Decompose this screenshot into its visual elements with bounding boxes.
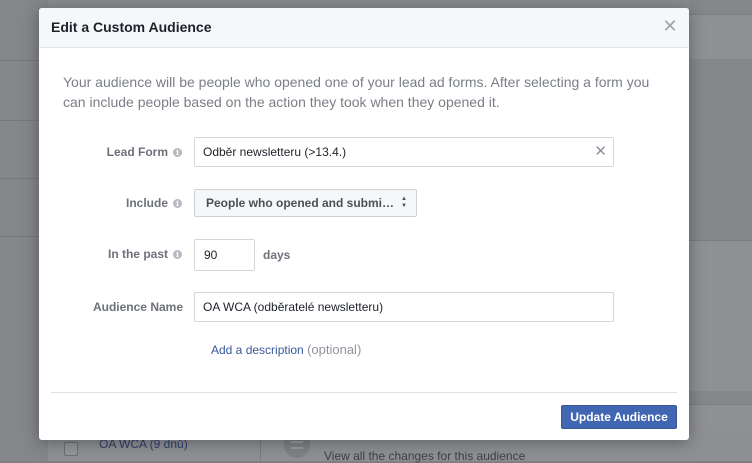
- include-label-text: Include: [125, 196, 168, 210]
- in-the-past-row: In the past i 90 days: [39, 239, 689, 271]
- dialog-title: Edit a Custom Audience: [51, 19, 212, 35]
- update-audience-button[interactable]: Update Audience: [561, 405, 677, 429]
- row-checkbox[interactable]: [64, 442, 78, 456]
- info-icon[interactable]: i: [173, 198, 182, 208]
- audience-name-label: Audience Name: [93, 300, 183, 314]
- dialog-header: Edit a Custom Audience ✕: [39, 8, 689, 48]
- days-input[interactable]: 90: [194, 239, 255, 271]
- clear-icon[interactable]: ✕: [594, 138, 607, 166]
- edit-audience-dialog: Edit a Custom Audience ✕ Your audience w…: [39, 8, 689, 440]
- audience-name-value: OA WCA (odběratelé newsletteru): [203, 300, 384, 314]
- audience-name-row: Audience Name OA WCA (odběratelé newslet…: [39, 292, 689, 324]
- lead-form-value: Odběr newsletteru (>13.4.): [203, 145, 347, 159]
- dialog-intro: Your audience will be people who opened …: [63, 74, 650, 110]
- optional-hint: (optional): [307, 342, 362, 357]
- close-icon[interactable]: ✕: [661, 17, 679, 35]
- include-selected-value: People who opened and submi…: [206, 196, 395, 210]
- info-icon[interactable]: i: [173, 147, 182, 157]
- footer-divider: [51, 392, 677, 393]
- background-box: [689, 240, 752, 391]
- background-right-column: [689, 0, 752, 461]
- info-icon[interactable]: i: [173, 249, 182, 259]
- lead-form-field[interactable]: Odběr newsletteru (>13.4.) ✕: [194, 137, 614, 167]
- in-the-past-label-text: In the past: [107, 247, 168, 261]
- days-unit: days: [263, 248, 291, 262]
- in-the-past-label: In the past i: [108, 247, 182, 261]
- add-description-link[interactable]: Add a description (optional): [211, 342, 361, 357]
- background-box: [689, 14, 752, 59]
- up-down-arrows-icon: ▲ ▼: [401, 196, 407, 209]
- lead-form-label: Lead Form i: [107, 145, 182, 159]
- include-row: Include i People who opened and submi… ▲…: [39, 188, 689, 220]
- lead-form-label-text: Lead Form: [106, 145, 168, 159]
- audience-name-label-text: Audience Name: [92, 300, 183, 314]
- add-description-text[interactable]: Add a description: [211, 343, 304, 357]
- include-label: Include i: [126, 196, 182, 210]
- lead-form-row: Lead Form i Odběr newsletteru (>13.4.) ✕: [39, 137, 689, 169]
- audience-name-input[interactable]: OA WCA (odběratelé newsletteru): [194, 292, 614, 322]
- include-select[interactable]: People who opened and submi… ▲ ▼: [194, 189, 417, 217]
